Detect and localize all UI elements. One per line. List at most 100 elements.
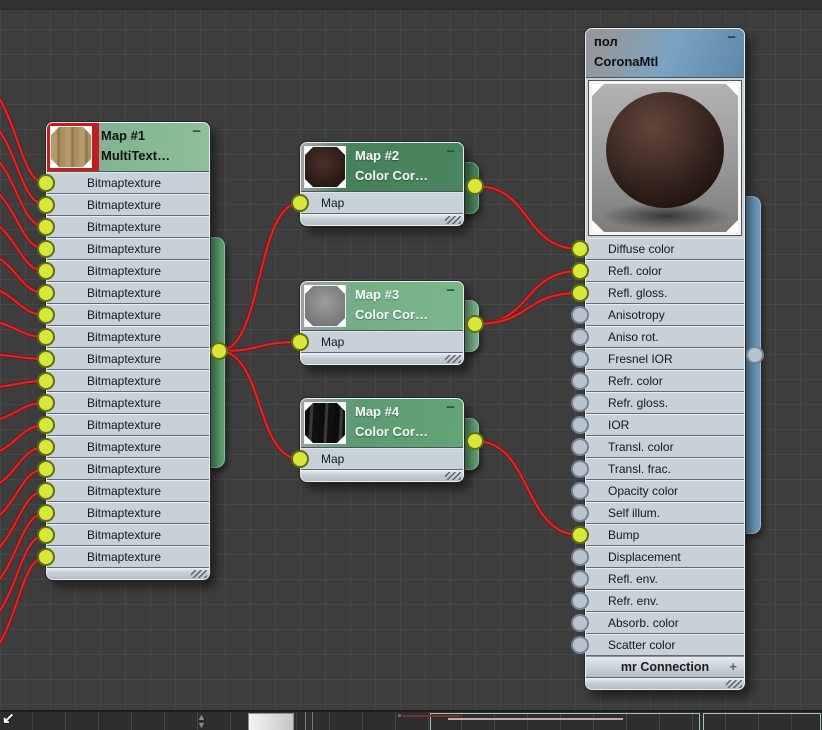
- input-socket[interactable]: [571, 438, 589, 456]
- input-socket[interactable]: [37, 284, 55, 302]
- slot-row[interactable]: Diffuse color: [571, 238, 744, 260]
- wire[interactable]: [0, 490, 47, 558]
- slot-row[interactable]: Anisotropy: [571, 304, 744, 326]
- slot-row[interactable]: Bitmaptexture: [37, 216, 209, 238]
- resize-grip-icon[interactable]: [445, 355, 461, 363]
- input-socket[interactable]: [571, 372, 589, 390]
- input-socket[interactable]: [571, 482, 589, 500]
- output-socket[interactable]: [466, 432, 484, 450]
- input-socket[interactable]: [37, 196, 55, 214]
- slot-row[interactable]: Refl. color: [571, 260, 744, 282]
- slot-row[interactable]: Transl. frac.: [571, 458, 744, 480]
- input-socket[interactable]: [37, 548, 55, 566]
- node-graph-canvas[interactable]: Map #1 MultiText… − Bitmaptexture Bitmapt…: [0, 0, 822, 730]
- plus-icon[interactable]: +: [729, 659, 737, 674]
- wire[interactable]: [0, 83, 47, 186]
- slot-row[interactable]: Bitmaptexture: [37, 414, 209, 436]
- node-map4-header[interactable]: Map #4 Color Cor… −: [301, 399, 463, 448]
- output-socket[interactable]: [210, 342, 228, 360]
- slot-row[interactable]: Scatter color: [571, 634, 744, 656]
- input-socket[interactable]: [37, 174, 55, 192]
- input-socket[interactable]: [571, 350, 589, 368]
- slot-row[interactable]: Refr. env.: [571, 590, 744, 612]
- node-corona-mtl[interactable]: пол CoronaMtl − Diffuse color Refl. color…: [571, 28, 745, 690]
- input-socket[interactable]: [37, 350, 55, 368]
- slot-row[interactable]: Opacity color: [571, 480, 744, 502]
- slot-row[interactable]: Refl. env.: [571, 568, 744, 590]
- input-socket[interactable]: [37, 262, 55, 280]
- input-socket[interactable]: [37, 240, 55, 258]
- node-map1[interactable]: Map #1 MultiText… − Bitmaptexture Bitmapt…: [37, 122, 210, 580]
- wire[interactable]: [218, 350, 301, 460]
- input-socket[interactable]: [571, 262, 589, 280]
- wire[interactable]: [474, 185, 581, 250]
- input-socket[interactable]: [37, 328, 55, 346]
- minimize-icon[interactable]: −: [446, 282, 455, 299]
- resize-grip-icon[interactable]: [726, 680, 742, 688]
- input-socket[interactable]: [37, 526, 55, 544]
- input-socket[interactable]: [571, 284, 589, 302]
- slot-row[interactable]: Transl. color: [571, 436, 744, 458]
- resize-grip-icon[interactable]: [445, 216, 461, 224]
- texture-thumbnail[interactable]: [305, 147, 345, 187]
- slot-row[interactable]: Bitmaptexture: [37, 304, 209, 326]
- slot-row[interactable]: Bitmaptexture: [37, 458, 209, 480]
- input-socket[interactable]: [291, 194, 309, 212]
- input-socket[interactable]: [37, 394, 55, 412]
- input-socket[interactable]: [571, 636, 589, 654]
- slot-row[interactable]: Bitmaptexture: [37, 502, 209, 524]
- material-preview[interactable]: [588, 80, 742, 236]
- texture-thumbnail[interactable]: [51, 127, 91, 167]
- slot-row[interactable]: Absorb. color: [571, 612, 744, 634]
- input-socket[interactable]: [37, 218, 55, 236]
- input-socket[interactable]: [37, 438, 55, 456]
- input-socket[interactable]: [37, 504, 55, 522]
- slot-row[interactable]: Bitmaptexture: [37, 260, 209, 282]
- input-socket[interactable]: [571, 460, 589, 478]
- slot-row[interactable]: Refl. gloss.: [571, 282, 744, 304]
- node-map3[interactable]: Map #3 Color Cor… − Map: [291, 281, 464, 365]
- node-map2[interactable]: Map #2 Color Cor… − Map: [291, 142, 464, 226]
- slot-row[interactable]: Map: [291, 331, 463, 353]
- node-map4[interactable]: Map #4 Color Cor… − Map: [291, 398, 464, 482]
- wire[interactable]: [0, 488, 47, 558]
- minimize-icon[interactable]: −: [446, 143, 455, 160]
- input-socket[interactable]: [571, 240, 589, 258]
- slot-row[interactable]: Bitmaptexture: [37, 326, 209, 348]
- minimize-icon[interactable]: −: [727, 29, 736, 46]
- slot-row[interactable]: Aniso rot.: [571, 326, 744, 348]
- scrollbar-thumb[interactable]: [248, 713, 294, 730]
- node-corona-header[interactable]: пол CoronaMtl −: [586, 29, 744, 78]
- slot-row[interactable]: Self illum.: [571, 502, 744, 524]
- slot-row[interactable]: IOR: [571, 414, 744, 436]
- input-socket[interactable]: [37, 306, 55, 324]
- slot-row[interactable]: Bitmaptexture: [37, 348, 209, 370]
- input-socket[interactable]: [571, 548, 589, 566]
- resize-grip-icon[interactable]: [191, 570, 207, 578]
- slot-row[interactable]: Map: [291, 448, 463, 470]
- input-socket[interactable]: [37, 460, 55, 478]
- wire[interactable]: [218, 202, 301, 352]
- input-socket[interactable]: [571, 416, 589, 434]
- wire[interactable]: [0, 184, 47, 250]
- texture-thumbnail[interactable]: [305, 403, 345, 443]
- slot-row[interactable]: Map: [291, 192, 463, 214]
- minimize-icon[interactable]: −: [192, 123, 201, 140]
- slot-row[interactable]: Displacement: [571, 546, 744, 568]
- slot-row[interactable]: Bitmaptexture: [37, 546, 209, 568]
- texture-thumbnail[interactable]: [305, 286, 345, 326]
- track-bar[interactable]: ↙ ▲ ▼: [0, 710, 822, 730]
- output-socket[interactable]: [466, 315, 484, 333]
- scroll-down-icon[interactable]: ▼: [197, 721, 206, 730]
- input-socket[interactable]: [571, 592, 589, 610]
- wire[interactable]: [0, 83, 47, 184]
- input-socket[interactable]: [291, 450, 309, 468]
- node-map3-header[interactable]: Map #3 Color Cor… −: [301, 282, 463, 331]
- slot-row[interactable]: Bitmaptexture: [37, 238, 209, 260]
- slot-row[interactable]: Fresnel IOR: [571, 348, 744, 370]
- slot-row[interactable]: Bitmaptexture: [37, 436, 209, 458]
- slot-row[interactable]: Bitmaptexture: [37, 392, 209, 414]
- input-socket[interactable]: [571, 328, 589, 346]
- node-map2-header[interactable]: Map #2 Color Cor… −: [301, 143, 463, 192]
- slot-row[interactable]: Bitmaptexture: [37, 370, 209, 392]
